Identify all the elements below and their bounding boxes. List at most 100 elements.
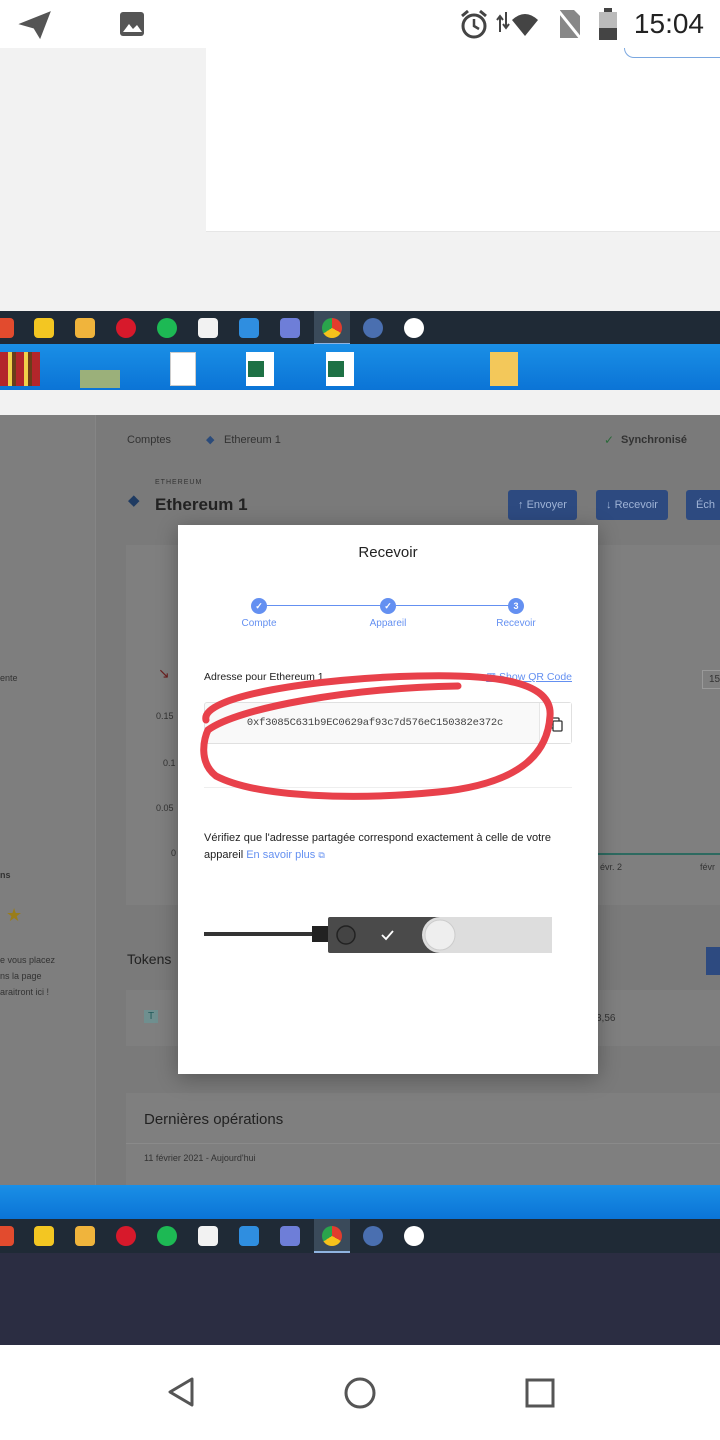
side-hint: ns la page bbox=[0, 971, 42, 981]
ledger-app-icon[interactable] bbox=[363, 318, 383, 338]
red-scribble-annotation bbox=[200, 672, 554, 800]
ethereum-logo-icon: ◆ bbox=[128, 492, 140, 509]
star-icon: ★ bbox=[6, 905, 23, 925]
discord-icon[interactable] bbox=[280, 1226, 300, 1246]
sync-app-icon[interactable] bbox=[404, 318, 424, 338]
side-text: ns bbox=[0, 870, 11, 880]
discord-icon[interactable] bbox=[280, 318, 300, 338]
last-operations-panel: Dernières opérations 11 février 2021 - A… bbox=[126, 1093, 720, 1185]
exchange-button-label: Éch bbox=[696, 499, 715, 511]
store-icon[interactable] bbox=[198, 1226, 218, 1246]
axis-tick: 0 bbox=[171, 848, 177, 858]
excel-file-icon[interactable] bbox=[246, 352, 274, 386]
sidebar bbox=[0, 415, 96, 1185]
check-circle-icon: ✓ bbox=[604, 433, 615, 447]
ledger-device-illustration bbox=[204, 917, 552, 953]
chrome-icon[interactable] bbox=[322, 318, 342, 338]
telegram-icon bbox=[18, 11, 51, 40]
last-ops-date: 11 février 2021 - Aujourd'hui bbox=[144, 1153, 256, 1163]
checkmark-app-icon[interactable] bbox=[34, 318, 54, 338]
step-2-label: Appareil bbox=[369, 618, 407, 629]
side-hint: araitront ici ! bbox=[0, 987, 50, 997]
app-icon[interactable] bbox=[0, 1226, 14, 1246]
desktop-icons-row bbox=[0, 344, 720, 390]
trend-down-icon: ↘ bbox=[158, 665, 170, 681]
excel-csv-icon[interactable] bbox=[326, 352, 354, 386]
external-link-icon: ⧉ bbox=[318, 850, 325, 860]
axis-tick: 0.1 bbox=[163, 758, 176, 768]
receive-button[interactable]: ↓ Recevoir bbox=[596, 490, 668, 520]
ledger-app-icon[interactable] bbox=[363, 1226, 383, 1246]
step-3-marker: 3 bbox=[508, 598, 524, 614]
bottom-dark-area bbox=[0, 1253, 720, 1345]
step-3-label: Recevoir bbox=[496, 618, 536, 629]
home-icon[interactable] bbox=[342, 1375, 378, 1411]
top-pill bbox=[624, 48, 720, 58]
side-hint: e vous placez bbox=[0, 955, 56, 965]
last-ops-title: Dernières opérations bbox=[144, 1111, 284, 1128]
spotify-icon[interactable] bbox=[157, 318, 177, 338]
status-bar: 15:04 bbox=[0, 0, 720, 48]
token-icon: T bbox=[144, 1010, 159, 1023]
currency-tag: ETHEREUM bbox=[155, 479, 203, 486]
alarm-icon bbox=[461, 9, 487, 39]
verify-instructions: Vérifiez que l'adresse partagée correspo… bbox=[204, 830, 574, 864]
gallery-icon bbox=[120, 12, 144, 36]
back-icon[interactable] bbox=[164, 1375, 198, 1409]
clock: 15:04 bbox=[633, 8, 704, 39]
receive-button-label: Recevoir bbox=[614, 499, 658, 511]
top-screen-area bbox=[0, 48, 720, 310]
send-button[interactable]: ↑ Envoyer bbox=[508, 490, 577, 520]
step-1-check-icon: ✓ bbox=[251, 598, 267, 614]
add-token-button[interactable] bbox=[706, 947, 720, 975]
mail-icon[interactable] bbox=[239, 318, 259, 338]
desktop-strip-bottom bbox=[0, 1185, 720, 1219]
video-icon[interactable] bbox=[116, 1226, 136, 1246]
divider bbox=[126, 1143, 720, 1144]
map-file-icon[interactable] bbox=[80, 370, 120, 388]
sync-app-icon[interactable] bbox=[404, 1226, 424, 1246]
wifi-icon bbox=[496, 12, 538, 36]
breadcrumb-account[interactable]: Ethereum 1 bbox=[224, 434, 281, 446]
chart-line bbox=[598, 853, 720, 855]
tokens-heading: Tokens bbox=[127, 951, 172, 967]
exchange-button[interactable]: Éch bbox=[686, 490, 720, 520]
android-nav-bar bbox=[0, 1345, 720, 1440]
recents-icon[interactable] bbox=[524, 1377, 556, 1409]
step-2-check-icon: ✓ bbox=[380, 598, 396, 614]
battery-icon bbox=[599, 8, 617, 40]
app-icon[interactable] bbox=[0, 318, 14, 338]
folder-icon[interactable] bbox=[75, 318, 95, 338]
mail-icon[interactable] bbox=[239, 1226, 259, 1246]
folder-file-icon[interactable] bbox=[490, 352, 518, 386]
sync-status: Synchronisé bbox=[621, 434, 688, 446]
side-text: ente bbox=[0, 673, 18, 683]
spotify-icon[interactable] bbox=[157, 1226, 177, 1246]
text-file-icon[interactable] bbox=[170, 352, 196, 386]
checkmark-app-icon[interactable] bbox=[34, 1226, 54, 1246]
video-icon[interactable] bbox=[116, 318, 136, 338]
no-sim-icon bbox=[556, 8, 582, 40]
store-icon[interactable] bbox=[198, 318, 218, 338]
taskbar-bottom bbox=[0, 1219, 720, 1253]
chrome-icon[interactable] bbox=[322, 1226, 342, 1246]
winrar-icon[interactable] bbox=[0, 352, 40, 386]
stepper-line bbox=[266, 605, 386, 606]
modal-title: Recevoir bbox=[358, 544, 418, 561]
step-1-label: Compte bbox=[241, 618, 277, 629]
account-title: Ethereum 1 bbox=[155, 495, 248, 514]
ethereum-icon: ◆ bbox=[206, 434, 215, 446]
folder-icon[interactable] bbox=[75, 1226, 95, 1246]
axis-tick: 0.05 bbox=[156, 803, 174, 813]
axis-date: févr bbox=[700, 862, 716, 872]
learn-more-link[interactable]: En savoir plus ⧉ bbox=[246, 849, 325, 861]
range-select[interactable]: 15 bbox=[702, 670, 720, 689]
axis-tick: 0.15 bbox=[156, 711, 174, 721]
axis-date: évr. 2 bbox=[600, 862, 623, 872]
send-button-label: Envoyer bbox=[526, 499, 567, 511]
learn-more-label: En savoir plus bbox=[246, 849, 316, 861]
top-card bbox=[206, 48, 720, 232]
stepper-line bbox=[396, 605, 514, 606]
token-value: 3,56 bbox=[596, 1013, 616, 1024]
breadcrumb-accounts[interactable]: Comptes bbox=[127, 434, 171, 446]
